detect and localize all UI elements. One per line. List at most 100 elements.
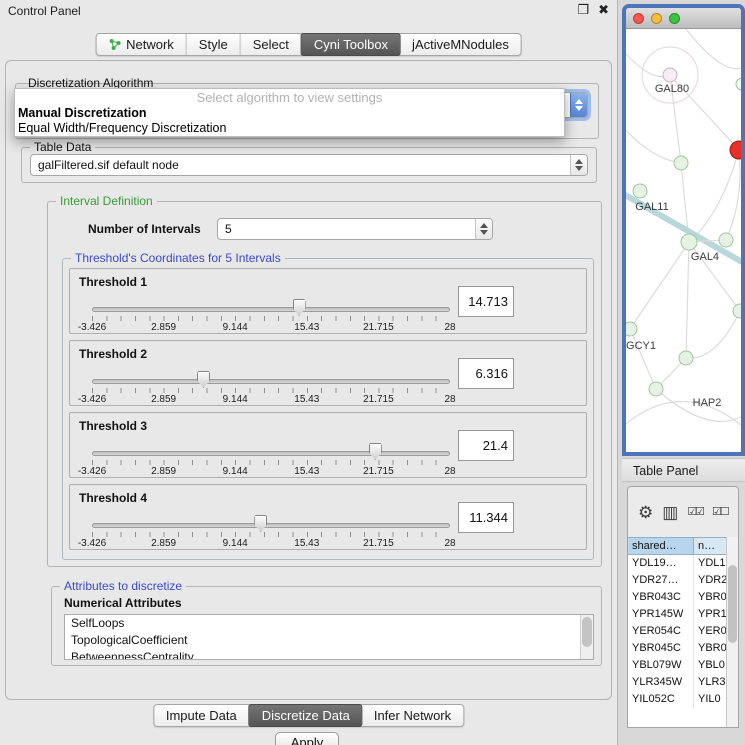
table-row[interactable]: YBR043CYBR0 — [628, 589, 728, 606]
table-cell[interactable]: YLR3 — [694, 674, 728, 691]
network-edge[interactable] — [686, 242, 689, 358]
table-cell[interactable]: YER0 — [694, 623, 728, 640]
minimize-traffic-light-icon[interactable] — [651, 13, 662, 24]
number-of-intervals-combobox[interactable]: 5 — [217, 218, 493, 240]
column-header-name[interactable]: n… — [694, 537, 728, 555]
table-cell[interactable]: YDR2 — [694, 572, 728, 589]
network-edge[interactable] — [630, 329, 656, 389]
table-row[interactable]: YER054CYER0 — [628, 623, 728, 640]
scrollbar-thumb[interactable] — [582, 617, 592, 647]
table-cell[interactable]: YBR0 — [694, 640, 728, 657]
network-node[interactable] — [674, 156, 688, 170]
threshold-value-field[interactable]: 6.316 — [458, 358, 514, 389]
slider-track[interactable] — [92, 307, 450, 312]
tab-cyni-toolbox[interactable]: Cyni Toolbox — [301, 33, 401, 56]
list-item[interactable]: SelfLoops — [65, 615, 593, 632]
clear-selection-icon[interactable]: ☑☐ — [712, 507, 728, 518]
network-node[interactable] — [719, 233, 733, 247]
table-cell[interactable]: YBR045C — [628, 640, 694, 657]
slider-track[interactable] — [92, 451, 450, 456]
apply-button[interactable]: Apply — [275, 732, 339, 745]
network-node[interactable] — [730, 141, 741, 159]
table-cell[interactable]: YDR27… — [628, 572, 694, 589]
slider-track[interactable] — [92, 523, 450, 528]
threshold-slider[interactable]: -3.4262.8599.14415.4321.71528 — [92, 515, 450, 549]
list-item[interactable]: TopologicalCoefficient — [65, 632, 593, 649]
list-scrollbar[interactable] — [580, 615, 593, 659]
slider-thumb[interactable] — [369, 443, 382, 460]
table-cell[interactable]: YPR1 — [694, 606, 728, 623]
column-header-shared-name[interactable]: shared… — [628, 537, 694, 555]
table-row[interactable]: YBR045CYBR0 — [628, 640, 728, 657]
dropdown-option[interactable]: Manual Discretization — [15, 106, 564, 121]
network-node[interactable] — [736, 78, 741, 90]
table-cell[interactable]: YIL052C — [628, 691, 694, 708]
column-browser-icon[interactable]: ▥ — [662, 504, 678, 521]
slider-thumb[interactable] — [197, 371, 210, 388]
table-cell[interactable]: YLR345W — [628, 674, 694, 691]
slider-thumb[interactable] — [254, 515, 267, 532]
table-cell[interactable]: YDL1 — [694, 555, 728, 572]
combo-spinner[interactable] — [475, 219, 492, 239]
network-edge[interactable] — [686, 311, 740, 358]
network-edge[interactable] — [726, 150, 740, 240]
gear-icon[interactable]: ⚙ — [638, 504, 653, 521]
threshold-slider[interactable]: -3.4262.8599.14415.4321.71528 — [92, 443, 450, 477]
combo-spinner[interactable] — [570, 93, 587, 117]
network-edge[interactable] — [626, 124, 681, 163]
select-all-icon[interactable]: ☑☑ — [687, 507, 703, 518]
network-node-gal11[interactable] — [633, 184, 647, 198]
network-node-hap2[interactable] — [649, 382, 663, 396]
table-row[interactable]: YPR145WYPR1 — [628, 606, 728, 623]
close-window-icon[interactable]: ✖ — [598, 2, 609, 18]
network-node-gcy1[interactable] — [626, 322, 637, 336]
tab-select[interactable]: Select — [241, 34, 302, 55]
network-edge[interactable] — [626, 402, 741, 430]
table-cell[interactable]: YDL19… — [628, 555, 694, 572]
threshold-value-field[interactable]: 21.4 — [458, 430, 514, 461]
table-cell[interactable]: YBR0 — [694, 589, 728, 606]
network-node[interactable] — [679, 351, 693, 365]
network-edge[interactable] — [689, 150, 739, 242]
table-row[interactable]: YDR27…YDR2 — [628, 572, 728, 589]
table-cell[interactable]: YBR043C — [628, 589, 694, 606]
close-traffic-light-icon[interactable] — [633, 13, 644, 24]
scrollbar-thumb[interactable] — [728, 565, 737, 643]
threshold-value-field[interactable]: 11.344 — [458, 502, 514, 533]
tab-infer-network[interactable]: Infer Network — [362, 705, 463, 726]
table-row[interactable]: YBL079WYBL0 — [628, 657, 728, 674]
list-item[interactable]: BetweennessCentrality — [65, 649, 593, 660]
zoom-traffic-light-icon[interactable] — [669, 13, 680, 24]
tab-network[interactable]: Network — [96, 34, 187, 55]
table-row[interactable]: YIL052CYIL0 — [628, 691, 728, 708]
float-window-icon[interactable]: ❒ — [577, 2, 589, 18]
table-cell[interactable]: YPR145W — [628, 606, 694, 623]
tab-style[interactable]: Style — [187, 34, 241, 55]
network-canvas[interactable]: GAL80GAL11GAL4GCY1HAP2 — [626, 29, 741, 452]
table-cell[interactable]: YIL0 — [694, 691, 728, 708]
table-cell[interactable]: YER054C — [628, 623, 694, 640]
table-panel-header[interactable]: Table Panel — [622, 458, 745, 482]
table-row[interactable]: YDL19…YDL1 — [628, 555, 728, 572]
table-cell[interactable]: YBL0 — [694, 657, 728, 674]
tab-jactivemnodules[interactable]: jActiveMNodules — [400, 34, 521, 55]
tab-discretize-data[interactable]: Discretize Data — [249, 704, 363, 727]
network-edge[interactable] — [686, 29, 741, 69]
threshold-slider[interactable]: -3.4262.8599.14415.4321.71528 — [92, 299, 450, 333]
threshold-value-field[interactable]: 14.713 — [458, 286, 514, 317]
table-row[interactable]: YLR345WYLR3 — [628, 674, 728, 691]
table-scrollbar[interactable] — [726, 537, 738, 727]
combo-spinner[interactable] — [570, 155, 587, 175]
table-cell[interactable]: YBL079W — [628, 657, 694, 674]
slider-track[interactable] — [92, 379, 450, 384]
network-node[interactable] — [733, 304, 741, 318]
network-node-gal4[interactable] — [681, 234, 697, 250]
table-data-combobox[interactable]: galFiltered.sif default node — [30, 154, 588, 176]
slider-thumb[interactable] — [293, 299, 306, 316]
tab-impute-data[interactable]: Impute Data — [154, 705, 250, 726]
network-node-gal80[interactable] — [663, 68, 677, 82]
dropdown-option[interactable]: Equal Width/Frequency Discretization — [15, 121, 564, 136]
network-edge[interactable] — [630, 242, 689, 329]
threshold-slider[interactable]: -3.4262.8599.14415.4321.71528 — [92, 371, 450, 405]
numerical-attributes-list[interactable]: SelfLoopsTopologicalCoefficientBetweenne… — [64, 614, 594, 660]
